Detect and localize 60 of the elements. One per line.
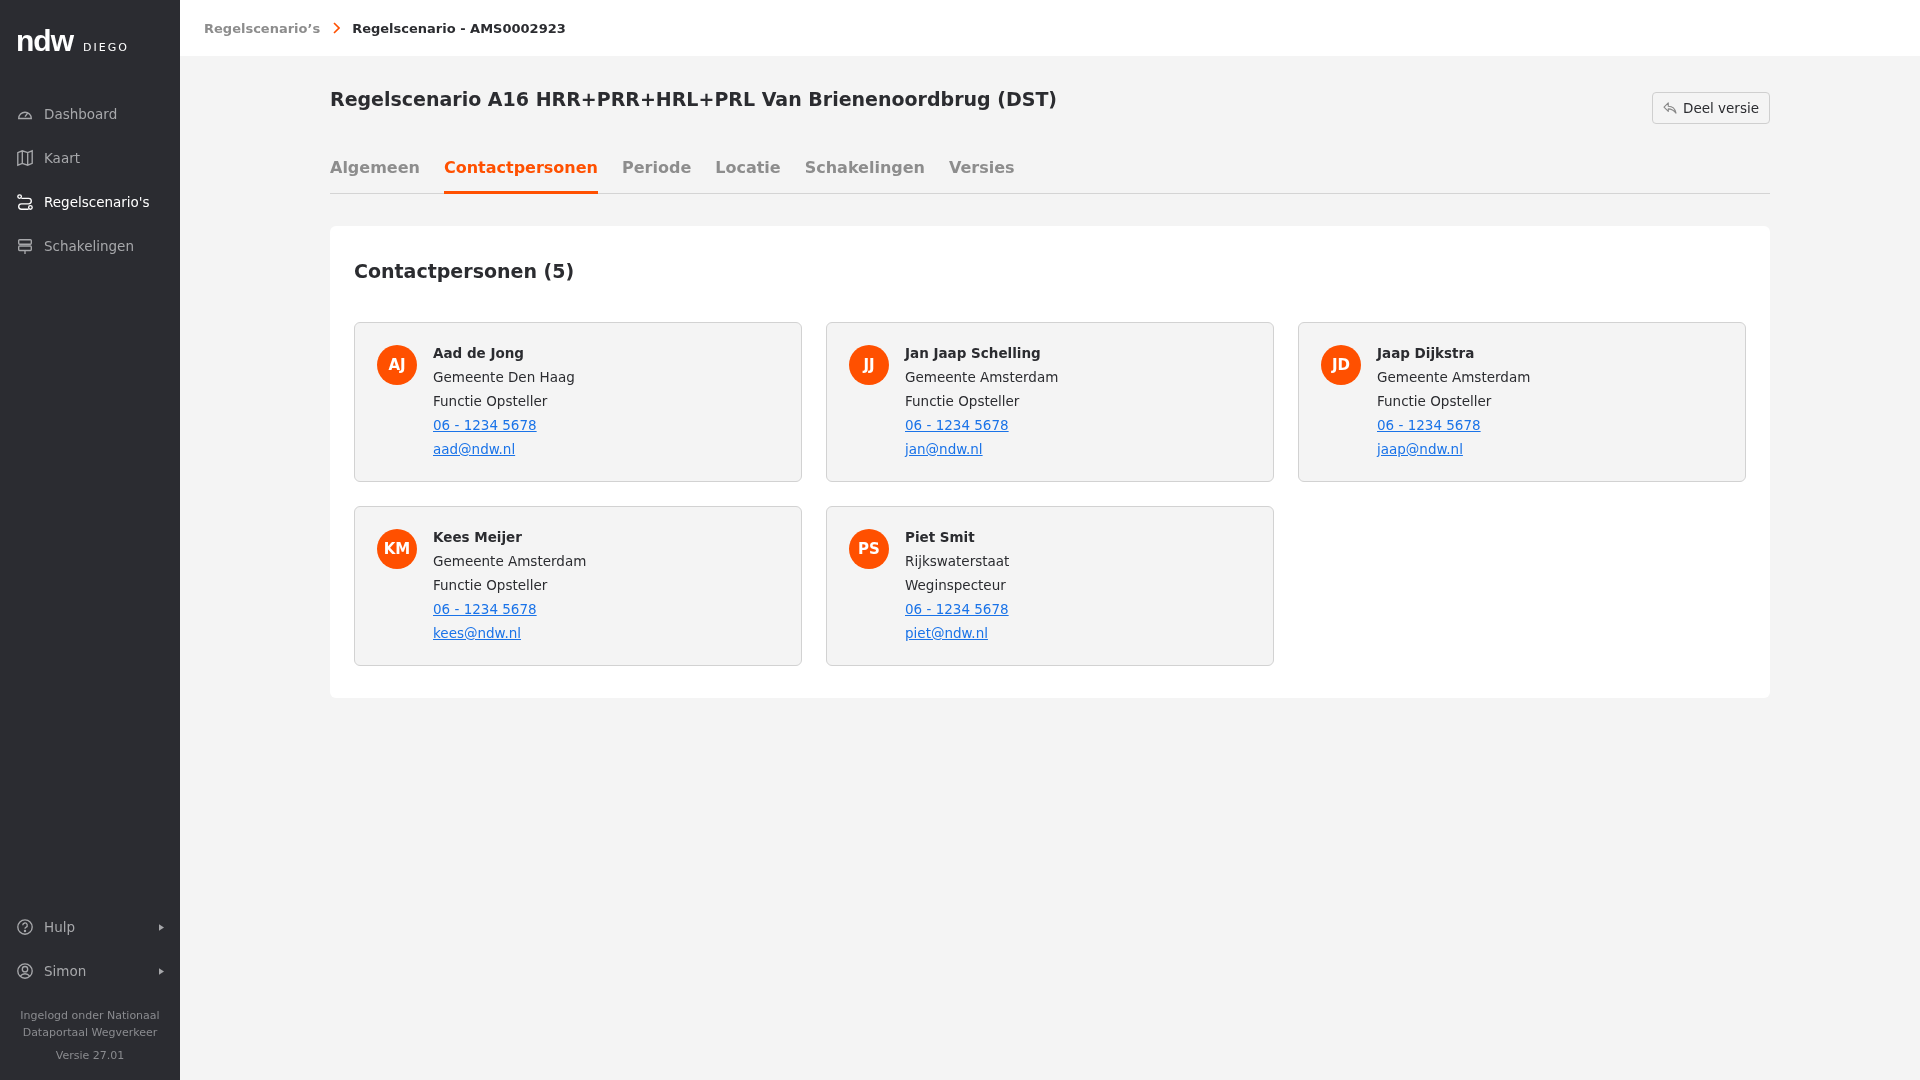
help-icon [16,918,34,936]
share-button[interactable]: Deel versie [1652,92,1770,124]
tab[interactable]: Contactpersonen [443,150,598,194]
contact-name: Aad de Jong [433,345,524,361]
phone-link[interactable]: 06 - 1234 5678 [433,601,537,617]
breadcrumb-current: Regelscenario - AMS0002923 [352,20,566,36]
initials-avatar: JD [1321,345,1361,385]
email-link[interactable]: aad@ndw.nl [433,441,516,457]
version-label: Versie 27.01 [54,1048,126,1064]
page-title: Regelscenario A16 HRR+PRR+HRL+PRL Van Brienenoordbrug (DST) [330,88,1058,110]
nav-item[interactable]: Dashboard [0,92,180,136]
product-name: DIEGO [83,41,129,54]
initials-avatar: JJ [849,345,889,385]
login-note: Ingelogd onder Nationaal Dataportaal Wegverkeer [19,1008,161,1041]
reply-arrow-icon [1663,102,1677,114]
contact-role: Weginspecteur [905,577,1006,593]
user-icon [16,962,34,980]
menu-item[interactable]: Simon [0,949,180,993]
contact-organisation: Rijkswaterstaat [905,553,1010,569]
section-title: Contactpersonen (5) [354,260,576,282]
nav-item[interactable]: Regelscenario's [0,180,180,224]
contact-organisation: Gemeente Den Haag [433,369,575,385]
map-icon [16,149,34,167]
nav-item[interactable]: Schakelingen [0,224,180,268]
email-link[interactable]: piet@ndw.nl [905,625,988,641]
contact-name: Piet Smit [905,529,975,545]
initials-avatar: AJ [377,345,417,385]
logo-wordmark: ndw [16,26,73,56]
email-link[interactable]: jaap@ndw.nl [1377,441,1463,457]
contact-name: Jaap Dijkstra [1377,345,1475,361]
breadcrumb-link[interactable]: Regelscenario’s [204,20,321,36]
signpost-icon [16,237,34,255]
nav-item[interactable]: Kaart [0,136,180,180]
tab[interactable]: Schakelingen [804,150,925,194]
contact-role: Functie Opsteller [433,577,548,593]
phone-link[interactable]: 06 - 1234 5678 [433,417,537,433]
contact-name: Jan Jaap Schelling [905,345,1041,361]
tab[interactable]: Versies [949,150,1015,194]
tab[interactable]: Algemeen [330,150,420,194]
contact-role: Functie Opsteller [433,393,548,409]
initials-avatar: PS [849,529,889,569]
menu-item[interactable]: Hulp [0,905,180,949]
chevron-right-icon [332,22,341,34]
phone-link[interactable]: 06 - 1234 5678 [905,417,1009,433]
contact-role: Functie Opsteller [1377,393,1492,409]
contact-organisation: Gemeente Amsterdam [1377,369,1531,385]
contact-name: Kees Meijer [433,529,522,545]
email-link[interactable]: kees@ndw.nl [433,625,521,641]
phone-link[interactable]: 06 - 1234 5678 [905,601,1009,617]
tab[interactable]: Locatie [715,150,781,194]
contact-organisation: Gemeente Amsterdam [905,369,1059,385]
initials-avatar: KM [377,529,417,569]
caret-icon [159,923,164,931]
email-link[interactable]: jan@ndw.nl [905,441,983,457]
caret-icon [159,967,164,975]
tab[interactable]: Periode [622,150,692,194]
contact-role: Functie Opsteller [905,393,1020,409]
route-icon [16,193,34,211]
contact-organisation: Gemeente Amsterdam [433,553,587,569]
phone-link[interactable]: 06 - 1234 5678 [1377,417,1481,433]
